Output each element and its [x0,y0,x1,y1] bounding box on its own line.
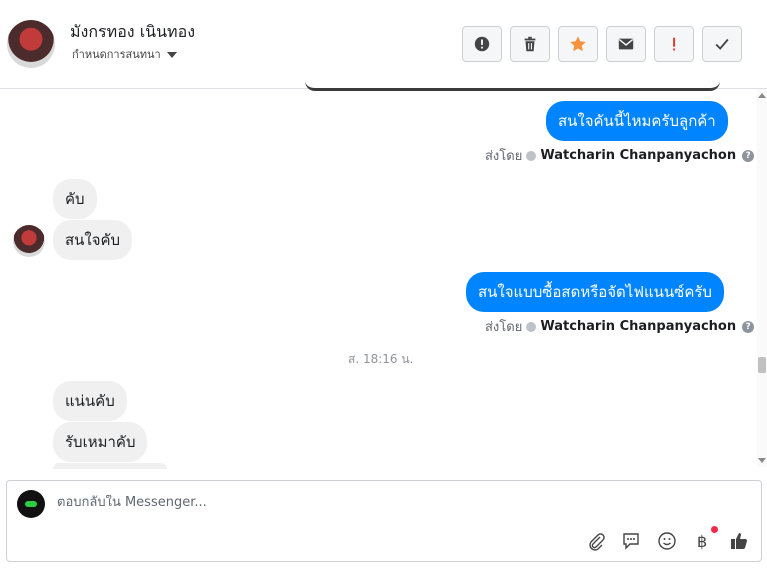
conversation-scrollbar[interactable] [757,89,767,467]
mark-done-button[interactable] [702,26,742,62]
reply-input[interactable] [57,495,707,510]
assign-conversation-dropdown[interactable]: กำหนดการสนทนา [72,45,177,63]
sent-by-prefix: ส่งโดย [485,149,523,164]
scroll-down-arrow-icon[interactable] [758,458,766,463]
scroll-up-arrow-icon[interactable] [758,93,766,98]
agent-name: Watcharin Chanpanyachon [540,148,737,163]
star-icon [570,36,586,52]
saved-reply-icon [623,533,639,550]
sent-by-line: ส่งโดย Watcharin Chanpanyachon ? [485,316,755,337]
contact-name[interactable]: มังกรทอง เนินทอง [70,20,195,45]
scrollbar-thumb[interactable] [758,357,766,373]
incoming-message-partial[interactable] [53,463,167,469]
previous-image-attachment[interactable] [305,81,720,91]
attach-button[interactable] [585,530,607,552]
mark-unread-button[interactable] [606,26,646,62]
incoming-message[interactable]: รับเหมาคับ [53,422,148,462]
paperclip-icon [589,533,605,551]
mark-spam-button[interactable] [462,26,502,62]
sent-by-prefix: ส่งโดย [485,320,523,335]
verified-check-icon [526,321,537,332]
follow-up-button[interactable] [654,26,694,62]
help-icon[interactable]: ? [742,320,755,333]
verified-check-icon [526,150,537,161]
envelope-icon [618,38,634,50]
outgoing-message[interactable]: สนใจคันนี้ไหมครับลูกค้า [546,101,728,141]
conversation-header: มังกรทอง เนินทอง กำหนดการสนทนา [0,0,767,89]
thumbs-up-icon [731,533,747,549]
page-avatar [17,490,45,518]
delete-button[interactable] [510,26,550,62]
star-button[interactable] [558,26,598,62]
like-button[interactable] [728,530,750,552]
sent-by-line: ส่งโดย Watcharin Chanpanyachon ? [485,145,755,166]
agent-name: Watcharin Chanpanyachon [540,319,737,334]
outgoing-message[interactable]: สนใจแบบซื้อสดหรือจัดไฟแนนซ์ครับ [466,272,724,312]
emoji-icon [658,532,676,550]
trash-icon [524,36,536,52]
caret-down-icon [166,52,177,58]
check-icon [715,38,729,50]
saved-reply-button[interactable] [620,530,642,552]
baht-payment-icon: ฿ [697,532,707,551]
incoming-message[interactable]: คับ [53,179,97,219]
notification-dot [711,526,718,533]
emoji-button[interactable] [656,530,678,552]
contact-avatar[interactable] [7,20,55,68]
assign-label: กำหนดการสนทนา [72,48,161,61]
message-timestamp: ส. 18:16 น. [348,352,414,366]
payment-button[interactable]: ฿ [692,530,714,552]
alert-circle-icon [474,36,490,52]
contact-avatar-small[interactable] [13,225,45,257]
exclamation-icon [673,37,676,51]
incoming-message[interactable]: สนใจคับ [53,220,133,260]
help-icon[interactable]: ? [742,149,755,162]
incoming-message[interactable]: แน่นคับ [53,381,127,421]
svg-text:฿: ฿ [697,532,707,551]
reply-composer: ฿ [6,480,762,562]
